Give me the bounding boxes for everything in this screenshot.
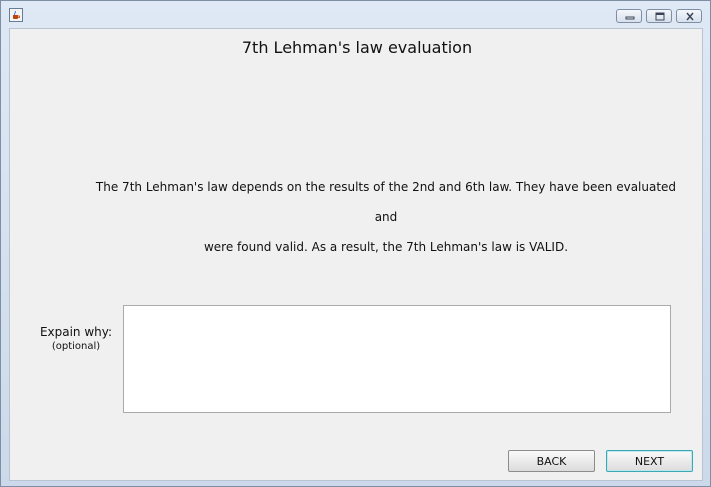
explain-textarea[interactable]	[123, 305, 671, 413]
optional-label: (optional)	[51, 341, 101, 352]
message-line-2: were found valid. As a result, the 7th L…	[203, 240, 569, 254]
title-bar[interactable]	[1, 1, 710, 27]
minimize-icon	[625, 16, 635, 20]
minimize-button[interactable]	[616, 9, 642, 23]
message-line-1: The 7th Lehman's law depends on the resu…	[95, 180, 677, 224]
explain-label: Expain why:	[39, 325, 113, 339]
evaluation-message: The 7th Lehman's law depends on the resu…	[90, 172, 682, 262]
maximize-icon	[655, 12, 665, 21]
page-title: 7th Lehman's law evaluation	[241, 38, 473, 57]
close-button[interactable]	[676, 9, 702, 23]
content-panel: 7th Lehman's law evaluation The 7th Lehm…	[9, 28, 703, 481]
app-window: 7th Lehman's law evaluation The 7th Lehm…	[0, 0, 711, 487]
close-icon	[686, 12, 694, 21]
java-cup-icon[interactable]	[9, 8, 23, 22]
next-button[interactable]: NEXT	[606, 450, 693, 472]
back-button[interactable]: BACK	[508, 450, 595, 472]
maximize-button[interactable]	[646, 9, 672, 23]
